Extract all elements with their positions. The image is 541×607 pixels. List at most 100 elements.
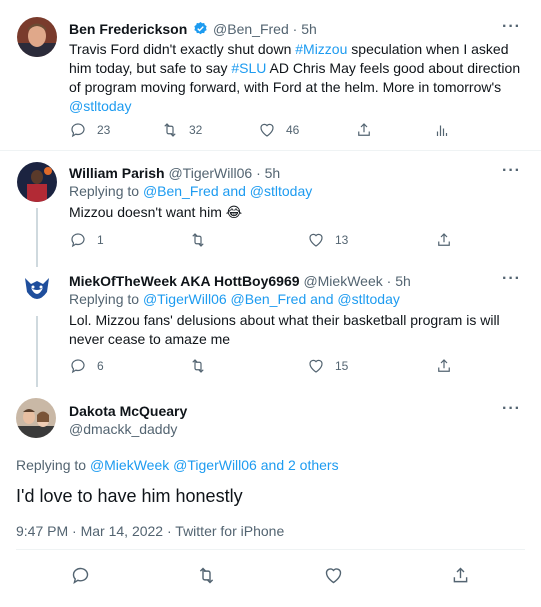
- author-name[interactable]: MiekOfTheWeek AKA HottBoy6969: [69, 273, 300, 289]
- reply-button[interactable]: 23: [69, 121, 110, 139]
- heart-icon: [309, 233, 323, 247]
- avatar-image: [17, 162, 57, 202]
- tweet-time[interactable]: 5h: [395, 273, 411, 289]
- laughing-emoji: 😂: [225, 204, 243, 220]
- tweet-actions: 1 13: [69, 231, 509, 251]
- author-handle[interactable]: @Ben_Fred: [213, 21, 289, 37]
- tweet-text: Lol. Mizzou fans' delusions about what t…: [69, 312, 500, 347]
- like-count: 15: [335, 359, 349, 373]
- avatar-dakota-mcqueary[interactable]: [16, 398, 56, 438]
- author-handle[interactable]: @MiekWeek: [303, 273, 382, 289]
- tweet-time[interactable]: 5h: [301, 21, 317, 37]
- tweet-actions: 6 15: [69, 357, 509, 377]
- share-button[interactable]: [355, 121, 373, 139]
- tweet-time[interactable]: 9:47 PM: [16, 523, 68, 539]
- share-icon: [358, 123, 370, 136]
- reply-count: 6: [97, 359, 104, 373]
- author-name[interactable]: William Parish: [69, 165, 165, 181]
- thread-line: [36, 316, 38, 387]
- avatar-image: [16, 398, 56, 438]
- retweet-button[interactable]: [189, 231, 207, 249]
- more-options-icon[interactable]: ···: [502, 270, 521, 288]
- replying-to: Replying to @MiekWeek @TigerWill06 and 2…: [16, 457, 339, 473]
- mention-ben-fred[interactable]: @Ben_Fred: [143, 183, 219, 199]
- tweet-date[interactable]: Mar 14, 2022: [81, 523, 164, 539]
- reply-button[interactable]: [70, 565, 91, 586]
- like-count: 13: [335, 233, 349, 247]
- tweet-metadata: 9:47 PM · Mar 14, 2022 · Twitter for iPh…: [16, 523, 285, 539]
- heart-icon: [260, 123, 274, 137]
- tweet-dakota-mcqueary: Dakota McQueary @dmackk_daddy ··· Replyi…: [0, 387, 541, 607]
- thread-line: [36, 208, 38, 259]
- mention-ben-fred[interactable]: @Ben_Fred: [231, 291, 307, 307]
- avatar-ben-frederickson[interactable]: [17, 17, 57, 57]
- heart-icon: [325, 568, 342, 584]
- like-button[interactable]: 46: [258, 121, 299, 139]
- share-button[interactable]: [450, 565, 471, 586]
- retweet-icon: [192, 359, 204, 373]
- tweet-text: Mizzou doesn't want him 😂: [69, 204, 243, 220]
- share-icon: [438, 233, 450, 246]
- tweet-time[interactable]: 5h: [265, 165, 281, 181]
- analytics-button[interactable]: [433, 121, 451, 139]
- author-name[interactable]: Dakota McQueary: [69, 403, 187, 419]
- retweet-button[interactable]: 32: [161, 121, 202, 139]
- divider: [16, 549, 525, 550]
- tweet-text: Travis Ford didn't exactly shut down #Mi…: [69, 41, 521, 114]
- mention-stltoday[interactable]: @stltoday: [337, 291, 399, 307]
- tweet-actions: [0, 565, 541, 589]
- reply-icon: [71, 359, 85, 374]
- like-button[interactable]: 15: [307, 357, 348, 375]
- mention-tigerwill06[interactable]: @TigerWill06: [143, 291, 227, 307]
- more-options-icon[interactable]: ···: [502, 400, 521, 418]
- avatar-william-parish[interactable]: [17, 162, 57, 202]
- heart-icon: [309, 359, 323, 373]
- retweet-button[interactable]: [189, 357, 207, 375]
- tweet-header: Dakota McQueary: [69, 402, 187, 420]
- reply-button[interactable]: 1: [69, 231, 104, 249]
- verified-icon: [194, 21, 207, 35]
- analytics-icon: [436, 125, 448, 136]
- tweet-actions: 23 32 46: [69, 121, 509, 141]
- author-name[interactable]: Ben Frederickson: [69, 21, 187, 37]
- reply-icon: [72, 567, 89, 585]
- tweet-header: MiekOfTheWeek AKA HottBoy6969 @MiekWeek …: [69, 273, 411, 289]
- reply-count: 1: [97, 233, 104, 247]
- tweet-header: Ben Frederickson @Ben_Fred · 5h: [69, 21, 317, 37]
- avatar-image: [17, 270, 57, 310]
- reply-icon: [71, 233, 85, 248]
- hashtag-slu[interactable]: #SLU: [231, 60, 266, 76]
- like-button[interactable]: 13: [307, 231, 348, 249]
- tweet-source[interactable]: Twitter for iPhone: [175, 523, 284, 539]
- more-options-icon[interactable]: ···: [502, 18, 521, 36]
- tweet-ben-frederickson[interactable]: Ben Frederickson @Ben_Fred · 5h ··· Trav…: [0, 0, 541, 150]
- tweet-miekoftheweek[interactable]: MiekOfTheWeek AKA HottBoy6969 @MiekWeek …: [0, 259, 541, 387]
- like-button[interactable]: [323, 565, 344, 586]
- replying-to: Replying to @TigerWill06 @Ben_Fred and @…: [69, 291, 400, 307]
- more-options-icon[interactable]: ···: [502, 162, 521, 180]
- mention-stltoday[interactable]: @stltoday: [250, 183, 312, 199]
- tweet-william-parish[interactable]: William Parish @TigerWill06 · 5h ··· Rep…: [0, 151, 541, 259]
- author-handle[interactable]: @TigerWill06: [168, 165, 252, 181]
- share-button[interactable]: [435, 231, 453, 249]
- reply-count: 23: [97, 123, 111, 137]
- thread-line: [36, 259, 38, 267]
- avatar-image: [17, 17, 57, 57]
- mention-miekweek[interactable]: @MiekWeek: [90, 457, 169, 473]
- hashtag-mizzou[interactable]: #Mizzou: [295, 41, 347, 57]
- reply-icon: [71, 123, 85, 138]
- share-icon: [438, 359, 450, 372]
- mention-stltoday[interactable]: @stltoday: [69, 98, 131, 114]
- like-count: 46: [286, 123, 300, 137]
- retweet-icon: [192, 233, 204, 247]
- author-handle[interactable]: @dmackk_daddy: [69, 420, 177, 438]
- reply-button[interactable]: 6: [69, 357, 104, 375]
- avatar-miekoftheweek[interactable]: [17, 270, 57, 310]
- retweet-icon: [164, 123, 176, 137]
- retweet-button[interactable]: [196, 565, 217, 586]
- mention-tigerwill06[interactable]: @TigerWill06: [173, 457, 257, 473]
- retweet-count: 32: [189, 123, 203, 137]
- others-link[interactable]: 2 others: [288, 457, 339, 473]
- tweet-header: William Parish @TigerWill06 · 5h: [69, 165, 281, 181]
- share-button[interactable]: [435, 357, 453, 375]
